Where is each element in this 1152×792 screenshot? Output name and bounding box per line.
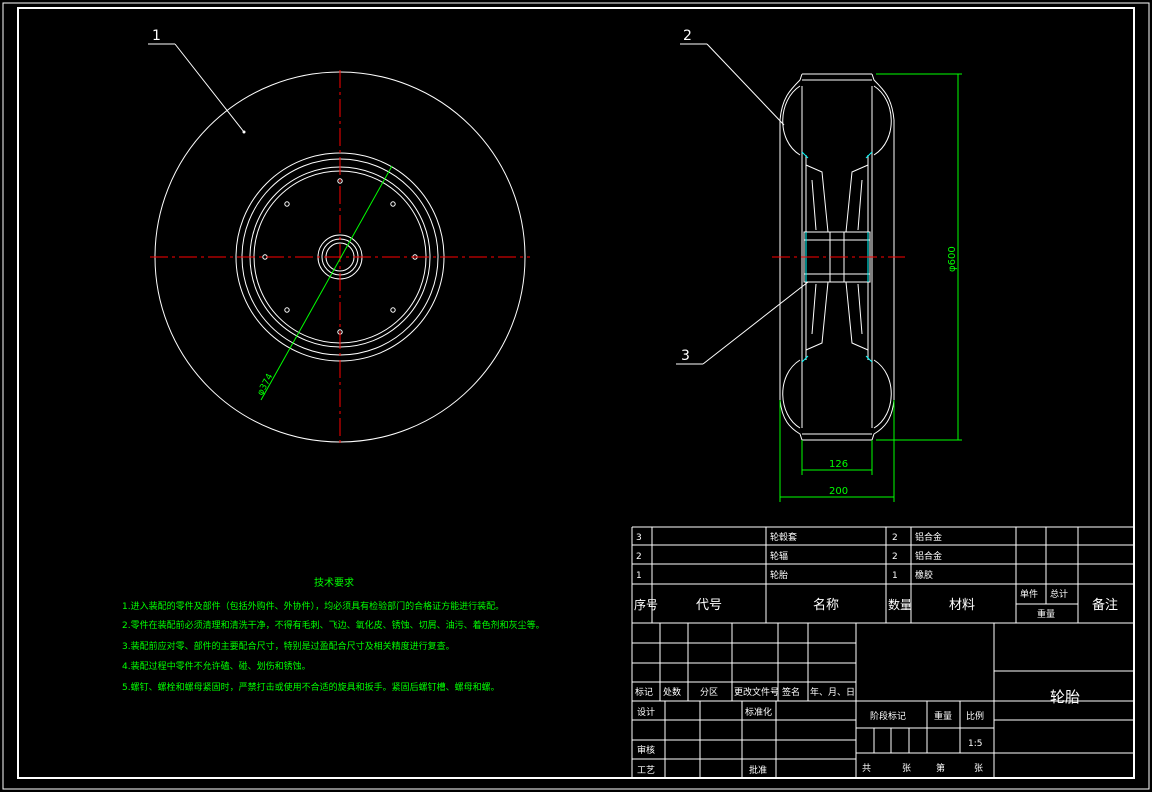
tb-rev-count: 处数 [663, 686, 681, 698]
balloon-1-leader [174, 43, 245, 133]
tb-rev-date: 年、月、日 [810, 686, 855, 698]
bom-row-2-material: 铝合金 [915, 550, 942, 562]
web-right-top-2 [857, 179, 863, 231]
bom-header-unit: 单件 [1020, 588, 1038, 600]
bolt-hole [390, 201, 396, 207]
bom-header-code: 代号 [696, 598, 722, 613]
bom-header-qty: 数量 [888, 597, 912, 612]
tb-rev-doc: 更改文件号 [734, 686, 779, 698]
bulge-left-bottom [782, 359, 801, 429]
bom-row-3-qty: 2 [892, 533, 898, 543]
web-left-bottom-2 [811, 283, 817, 335]
web-left-bottom [805, 281, 829, 351]
balloon-1-dot [242, 130, 246, 134]
tech-req-line-2: 2.零件在装配前必须清理和清洗干净，不得有毛刺、飞边、氧化皮、锈蚀、切屑、油污、… [122, 619, 545, 631]
bom-row-2-qty: 2 [892, 552, 898, 562]
tb-sheet-unit-b: 张 [974, 763, 983, 774]
tb-weight: 重量 [934, 710, 952, 722]
bulge-left-top [782, 85, 801, 156]
side-dimensions [779, 73, 962, 502]
bom-row-2-name: 轮辐 [770, 550, 788, 562]
tb-part-name: 轮胎 [1050, 688, 1080, 706]
dia-hub-label: φ374 [256, 372, 276, 397]
cad-drawing: φ374 1 φ600 126 200 2 3 技术要求 1.进入装配的零件及部… [2, 2, 1150, 790]
balloon-1-label: 1 [152, 28, 161, 44]
detail-line [865, 355, 873, 363]
tb-sheet-unit-a: 张 [902, 763, 911, 774]
bom-row-1-qty: 1 [892, 571, 898, 581]
tb-sheet-no: 第 [936, 762, 945, 774]
web-left-top-2 [811, 179, 817, 231]
bolt-hole [284, 201, 290, 207]
detail-line [801, 151, 809, 159]
web-left-top [805, 164, 829, 233]
tb-stage-mark: 阶段标记 [870, 710, 906, 722]
bom-header-remark: 备注 [1092, 597, 1118, 613]
bulge-right-top [873, 85, 892, 156]
web-right-top [845, 164, 869, 233]
bom-row-1-name: 轮胎 [770, 569, 788, 581]
web-right-bottom-2 [857, 283, 863, 335]
bom-header-total: 总计 [1050, 588, 1068, 600]
tb-rev-sign: 签名 [782, 686, 800, 698]
bolt-hole [284, 307, 290, 313]
tb-scale-value: 1:5 [968, 739, 982, 749]
web-right-bottom [845, 281, 869, 351]
bom-row-3-no: 3 [636, 533, 642, 543]
bom-header-name: 名称 [813, 597, 839, 613]
balloon-3-leader [702, 281, 809, 365]
bom-row-3-material: 铝合金 [915, 531, 942, 543]
tb-check: 审核 [637, 744, 655, 756]
bom-row-3-name: 轮毂套 [770, 531, 797, 543]
tech-req-line-1: 1.进入装配的零件及部件（包括外购件、外协件），均必须具有检验部门的合格证方能进… [122, 600, 504, 612]
bom-row-2-no: 2 [636, 552, 642, 562]
tech-req-line-4: 4.装配过程中零件不允许磕、碰、划伤和锈蚀。 [122, 660, 311, 672]
bom-header-no: 序号 [634, 597, 658, 612]
bulge-right-bottom [873, 359, 892, 429]
tb-rev-zone: 分区 [700, 687, 718, 698]
tb-process: 工艺 [637, 765, 655, 776]
bom-row-1-material: 橡胶 [915, 569, 933, 581]
diameter-dim-line [260, 165, 393, 401]
tb-design: 设计 [637, 706, 655, 718]
width-inner-label: 126 [829, 459, 848, 470]
tech-req-line-3: 3.装配前应对零、部件的主要配合尺寸，特别是过盈配合尺寸及相关精度进行复查。 [122, 640, 455, 652]
tb-sheets-total: 共 [862, 763, 871, 774]
balloon-2-leader [706, 43, 785, 126]
tb-standardization: 标准化 [745, 706, 772, 718]
width-outer-label: 200 [829, 486, 848, 497]
bom-header-weight: 重量 [1037, 608, 1055, 620]
tb-scale: 比例 [966, 710, 984, 722]
detail-line [865, 151, 873, 159]
balloon-2-label: 2 [683, 28, 692, 44]
bolt-hole [390, 307, 396, 313]
tb-approve: 批准 [749, 764, 767, 776]
bom-header-material: 材料 [949, 598, 975, 613]
balloon-3-label: 3 [681, 348, 690, 364]
detail-line [801, 355, 809, 363]
tech-req-line-5: 5.螺钉、螺栓和螺母紧固时，严禁打击或使用不合适的旋具和扳手。紧固后螺钉槽、螺母… [122, 681, 500, 693]
dia-outer-label: φ600 [947, 246, 958, 272]
tb-rev-mark: 标记 [635, 686, 653, 698]
tech-req-title: 技术要求 [314, 576, 354, 589]
bom-row-1-no: 1 [636, 571, 642, 581]
